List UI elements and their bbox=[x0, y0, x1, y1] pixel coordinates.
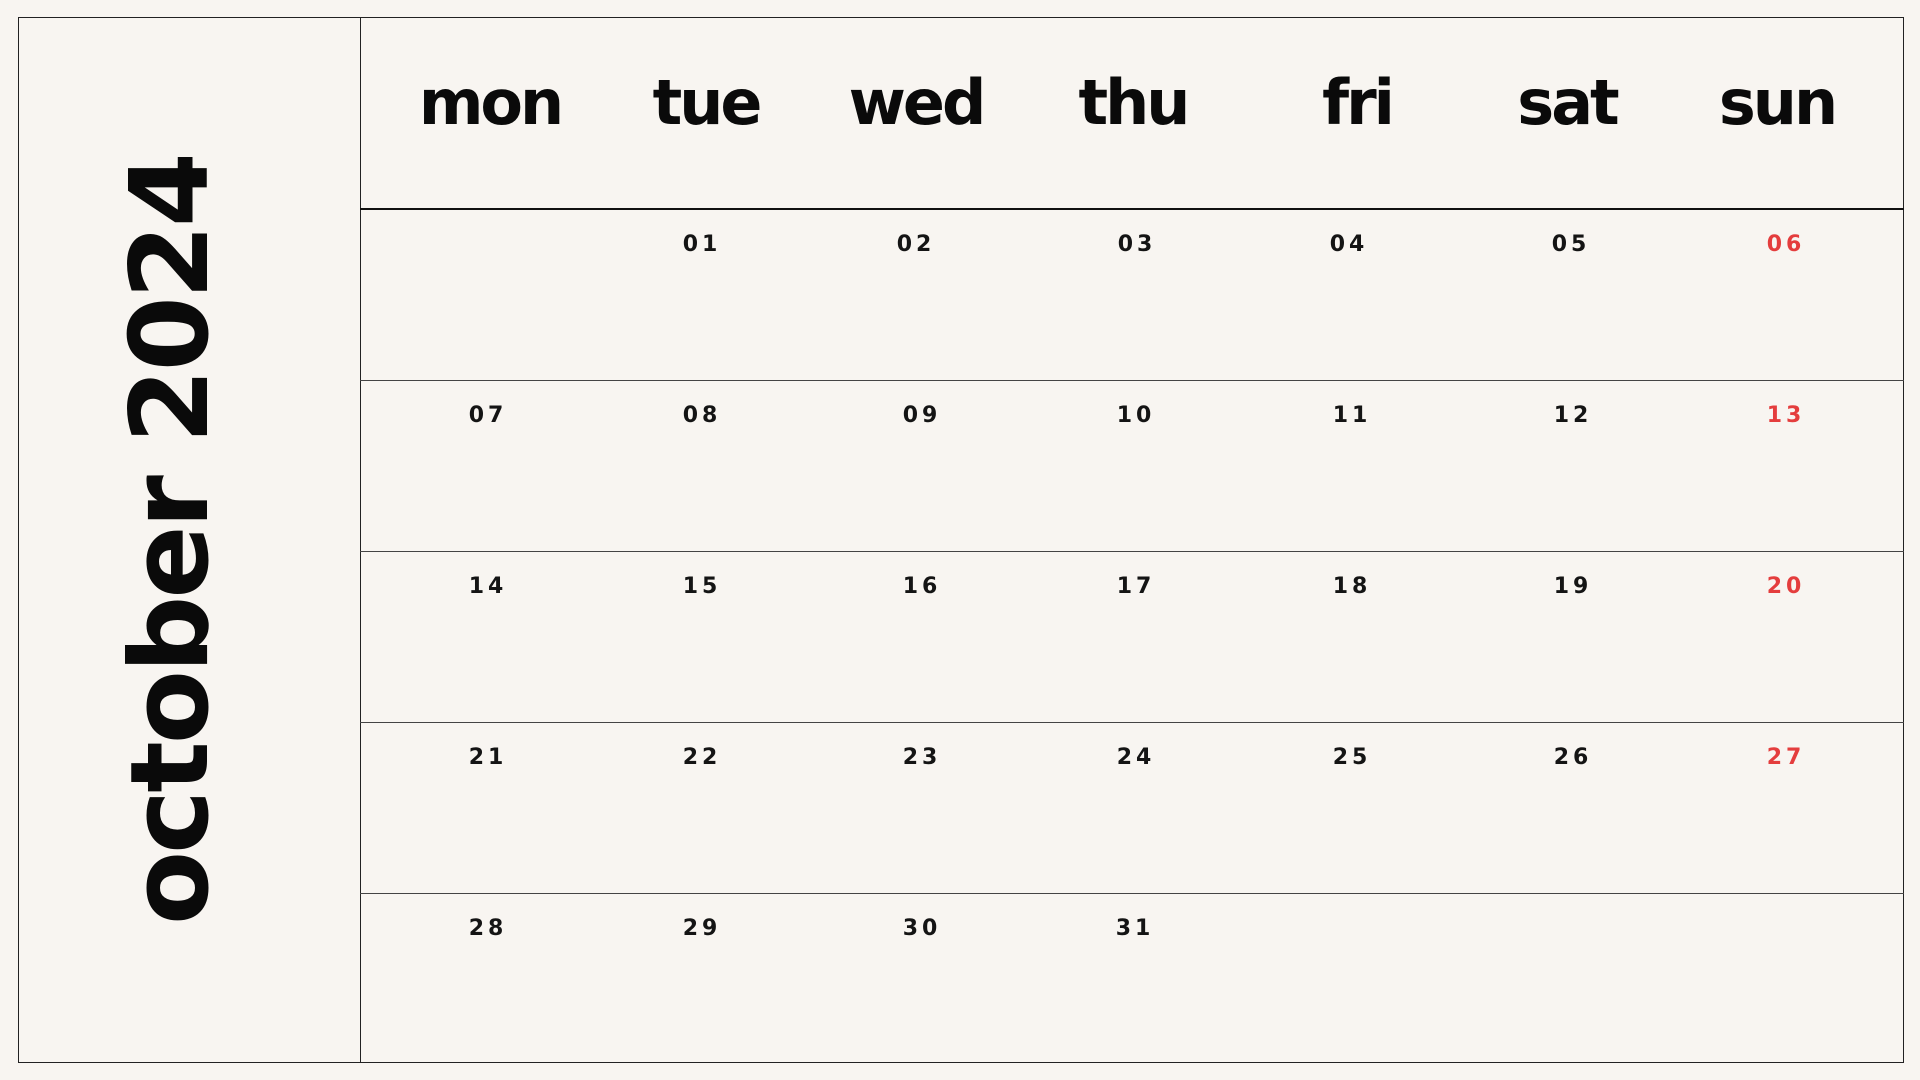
date-cell-sunday[interactable]: 27 bbox=[1746, 747, 1826, 769]
date-cell[interactable]: 10 bbox=[1096, 405, 1176, 427]
date-cell[interactable]: 16 bbox=[882, 576, 962, 598]
row-divider bbox=[360, 893, 1904, 894]
date-cell[interactable]: 03 bbox=[1097, 234, 1177, 256]
date-cell[interactable]: 12 bbox=[1533, 405, 1613, 427]
date-cell[interactable]: 04 bbox=[1309, 234, 1389, 256]
date-cell[interactable]: 17 bbox=[1096, 576, 1176, 598]
date-cell-sunday[interactable]: 06 bbox=[1746, 234, 1826, 256]
date-cell[interactable]: 29 bbox=[662, 918, 742, 940]
date-cell[interactable]: 02 bbox=[876, 234, 956, 256]
row-divider bbox=[360, 380, 1904, 381]
header-divider bbox=[360, 208, 1904, 210]
date-cell[interactable]: 25 bbox=[1312, 747, 1392, 769]
date-cell[interactable]: 30 bbox=[882, 918, 962, 940]
weekday-header-wed: wed bbox=[848, 66, 987, 139]
date-cell[interactable]: 26 bbox=[1533, 747, 1613, 769]
date-cell[interactable]: 24 bbox=[1096, 747, 1176, 769]
date-cell[interactable]: 05 bbox=[1531, 234, 1611, 256]
date-cell[interactable]: 09 bbox=[882, 405, 962, 427]
weekday-header-sat: sat bbox=[1517, 66, 1619, 139]
date-cell[interactable]: 31 bbox=[1095, 918, 1175, 940]
month-title: october 2024 bbox=[108, 154, 233, 926]
date-cell[interactable]: 15 bbox=[662, 576, 742, 598]
row-divider bbox=[360, 722, 1904, 723]
weekday-header-mon: mon bbox=[418, 66, 564, 139]
weekday-header-fri: fri bbox=[1322, 66, 1395, 139]
weekday-header-sun: sun bbox=[1718, 66, 1838, 139]
date-cell[interactable]: 19 bbox=[1533, 576, 1613, 598]
date-cell[interactable]: 22 bbox=[662, 747, 742, 769]
date-cell[interactable]: 11 bbox=[1312, 405, 1392, 427]
date-cell[interactable]: 01 bbox=[662, 234, 742, 256]
date-cell-sunday[interactable]: 20 bbox=[1746, 576, 1826, 598]
row-divider bbox=[360, 551, 1904, 552]
date-cell[interactable]: 18 bbox=[1312, 576, 1392, 598]
date-cell-sunday[interactable]: 13 bbox=[1746, 405, 1826, 427]
date-cell[interactable]: 23 bbox=[882, 747, 962, 769]
weekday-header-thu: thu bbox=[1078, 66, 1191, 139]
date-cell[interactable]: 07 bbox=[448, 405, 528, 427]
date-cell[interactable]: 08 bbox=[662, 405, 742, 427]
weekday-header-tue: tue bbox=[652, 66, 763, 139]
date-cell[interactable]: 21 bbox=[448, 747, 528, 769]
date-cell[interactable]: 28 bbox=[448, 918, 528, 940]
date-cell[interactable]: 14 bbox=[448, 576, 528, 598]
